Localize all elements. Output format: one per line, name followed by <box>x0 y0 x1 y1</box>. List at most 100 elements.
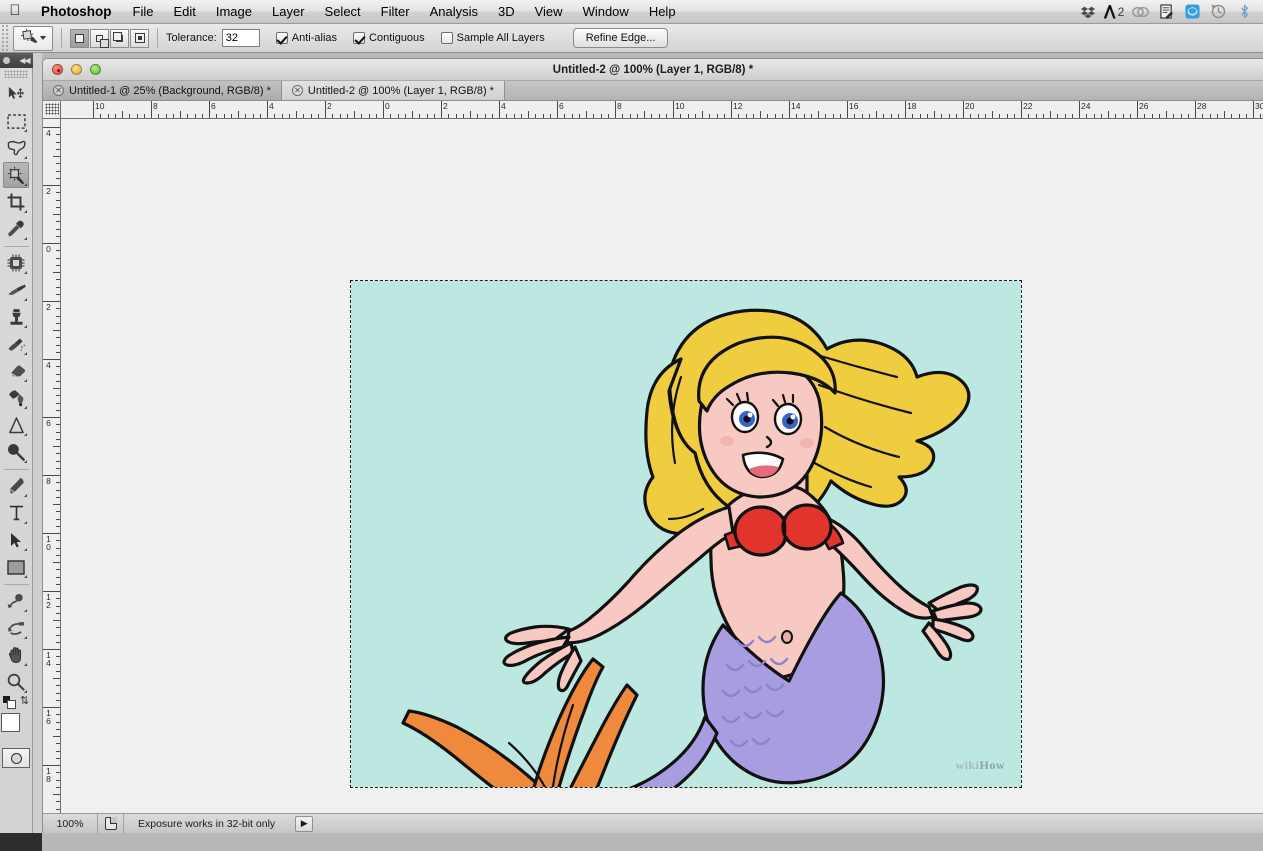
toolbox-grip[interactable] <box>4 70 28 78</box>
menu-item-3d[interactable]: 3D <box>488 4 525 19</box>
crop-tool[interactable] <box>3 189 29 215</box>
default-colors-icon[interactable] <box>2 696 16 709</box>
ruler-major-tick <box>151 101 152 118</box>
eyedropper-tool[interactable] <box>3 216 29 242</box>
blur-tool[interactable] <box>3 412 29 438</box>
anti-alias-checkbox[interactable] <box>275 32 288 44</box>
hand-tool[interactable] <box>3 642 29 668</box>
zoom-tool[interactable] <box>3 669 29 695</box>
notes-icon[interactable] <box>1153 0 1179 24</box>
subtract-from-selection-button[interactable] <box>110 28 129 48</box>
new-selection-icon <box>75 33 84 43</box>
horizontal-type-tool[interactable] <box>3 500 29 526</box>
ruler-label: 18 <box>46 766 51 784</box>
ruler-minor-tick <box>354 111 355 118</box>
creative-cloud-count-label: 2 <box>1117 4 1125 19</box>
ruler-major-tick <box>1195 101 1196 118</box>
lasso-tool[interactable] <box>3 135 29 161</box>
pen-tool[interactable] <box>3 473 29 499</box>
toolbox-header[interactable]: ◀◀ <box>0 53 33 68</box>
clone-stamp-tool[interactable] <box>3 304 29 330</box>
ruler-minor-tick <box>549 114 551 118</box>
sample-all-layers-checkbox-row[interactable]: Sample All Layers <box>440 32 545 44</box>
add-to-selection-button[interactable] <box>90 28 109 48</box>
magic-wand-tool[interactable] <box>3 162 29 188</box>
dodge-tool[interactable] <box>3 439 29 465</box>
document-tab-untitled-1[interactable]: ✕ Untitled-1 @ 25% (Background, RGB/8) * <box>43 81 282 100</box>
contiguous-checkbox-row[interactable]: Contiguous <box>353 32 425 44</box>
rectangular-marquee-tool[interactable] <box>3 108 29 134</box>
path-selection-tool[interactable] <box>3 527 29 553</box>
document-tab-untitled-2[interactable]: ✕ Untitled-2 @ 100% (Layer 1, RGB/8) * <box>281 81 505 100</box>
sample-all-layers-checkbox[interactable] <box>440 32 453 44</box>
toolbox-collapse-arrows-icon[interactable]: ◀◀ <box>19 56 30 65</box>
foreground-color-swatch[interactable] <box>1 713 20 732</box>
3d-object-rotate-tool[interactable] <box>3 588 29 614</box>
time-machine-icon[interactable] <box>1205 0 1231 24</box>
document-title-bar[interactable]: Untitled-2 @ 100% (Layer 1, RGB/8) * <box>43 59 1263 81</box>
bluetooth-icon[interactable] <box>1231 0 1257 24</box>
contiguous-checkbox[interactable] <box>353 32 366 44</box>
artboard-untitled-2[interactable]: wikiHow <box>350 280 1022 788</box>
zoom-level-field[interactable]: 100% <box>43 813 98 834</box>
tool-preset-chevron-down-icon[interactable] <box>39 36 46 40</box>
active-tool-preview[interactable] <box>13 25 53 51</box>
toolbox-collapse-dot-icon[interactable] <box>2 57 10 64</box>
ruler-minor-tick <box>53 272 60 273</box>
canvas-scroll-area[interactable]: wikiHow <box>61 119 1263 813</box>
creative-cloud-icon[interactable] <box>1127 0 1153 24</box>
minimize-button[interactable] <box>71 64 82 75</box>
history-brush-tool[interactable] <box>3 331 29 357</box>
status-menu-arrow-icon[interactable]: ▶ <box>295 815 314 832</box>
menu-app-name[interactable]: Photoshop <box>30 4 123 19</box>
options-separator-1 <box>61 28 62 48</box>
menu-bar-status-icons: 2 <box>1075 0 1263 24</box>
3d-camera-rotate-tool[interactable] <box>3 615 29 641</box>
creative-cloud-apps-icon[interactable]: 2 <box>1101 0 1127 24</box>
apple-logo-icon[interactable]:  <box>0 3 30 20</box>
menu-item-select[interactable]: Select <box>315 4 371 19</box>
ruler-label: 14 <box>46 650 51 668</box>
ruler-label: 0 <box>385 101 390 111</box>
menu-item-edit[interactable]: Edit <box>163 4 205 19</box>
intersect-with-selection-button[interactable] <box>130 28 149 48</box>
menu-item-analysis[interactable]: Analysis <box>420 4 488 19</box>
close-icon[interactable]: ✕ <box>53 85 64 96</box>
zoom-button[interactable] <box>90 64 101 75</box>
menu-item-layer[interactable]: Layer <box>262 4 315 19</box>
ruler-origin-corner[interactable] <box>43 101 61 119</box>
messenger-icon[interactable] <box>1179 0 1205 24</box>
spot-healing-brush-tool[interactable] <box>3 250 29 276</box>
tool-flyout-corner-icon <box>24 663 27 666</box>
vertical-ruler[interactable]: 4202468101214161820 <box>43 119 61 833</box>
dropbox-icon[interactable] <box>1075 0 1101 24</box>
brush-tool[interactable] <box>3 277 29 303</box>
new-selection-button[interactable] <box>70 28 89 48</box>
menu-item-image[interactable]: Image <box>206 4 262 19</box>
menu-item-help[interactable]: Help <box>639 4 686 19</box>
menu-item-filter[interactable]: Filter <box>371 4 420 19</box>
anti-alias-checkbox-row[interactable]: Anti-alias <box>275 32 337 44</box>
ruler-minor-tick <box>738 114 740 118</box>
swap-colors-icon[interactable]: ⇅ <box>20 696 29 707</box>
menu-item-view[interactable]: View <box>525 4 573 19</box>
close-icon[interactable]: ✕ <box>291 85 303 96</box>
rectangle-tool[interactable] <box>3 554 29 580</box>
horizontal-ruler[interactable]: 108642024681012141618202224262830 <box>61 101 1263 119</box>
close-button[interactable] <box>52 64 63 75</box>
move-tool[interactable] <box>3 81 29 107</box>
menu-item-window[interactable]: Window <box>573 4 639 19</box>
ruler-minor-tick <box>984 114 986 118</box>
options-bar-grip[interactable] <box>0 23 10 53</box>
ruler-minor-tick <box>158 114 160 118</box>
refine-edge-button[interactable]: Refine Edge... <box>572 28 669 48</box>
eraser-tool[interactable] <box>3 358 29 384</box>
edit-in-quick-mask-mode-button[interactable] <box>2 748 30 768</box>
menu-item-file[interactable]: File <box>123 4 164 19</box>
ruler-minor-tick <box>56 322 60 324</box>
gradient-tool[interactable] <box>3 385 29 411</box>
document-tab-label: Untitled-1 @ 25% (Background, RGB/8) * <box>69 84 271 97</box>
tolerance-input[interactable] <box>221 29 260 47</box>
ruler-minor-tick <box>56 540 60 542</box>
document-icon[interactable] <box>98 813 124 834</box>
